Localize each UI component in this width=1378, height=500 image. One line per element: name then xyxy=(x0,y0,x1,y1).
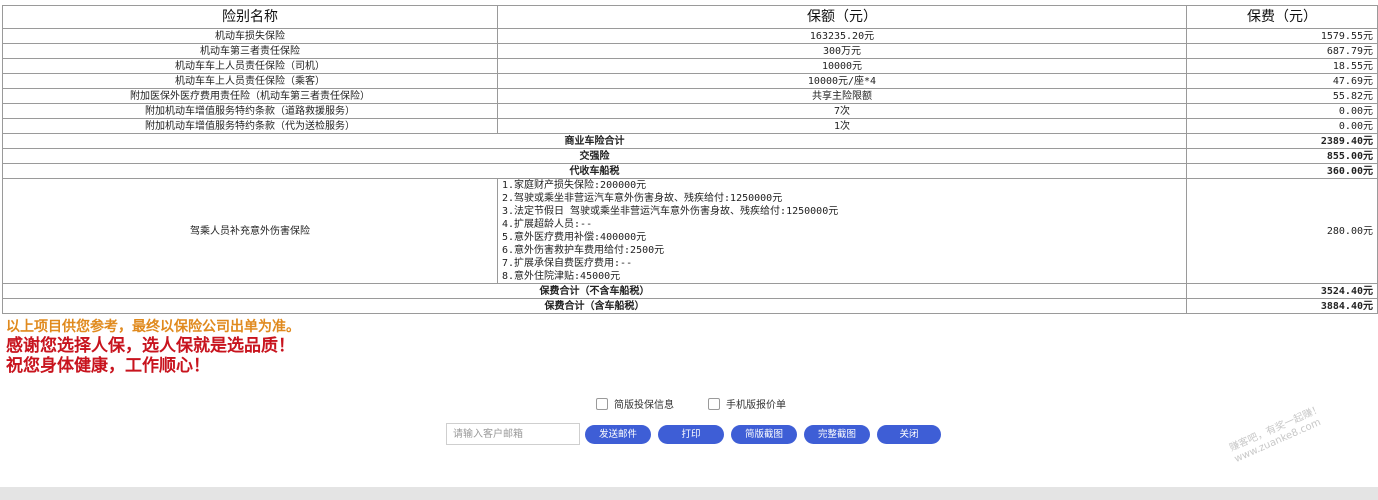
mobile-quote-label: 手机版报价单 xyxy=(726,400,786,411)
total-row-incl-tax: 保费合计（含车船税） 3884.40元 xyxy=(2,298,1378,314)
notes-block: 以上项目供您参考，最终以保险公司出单为准。 感谢您选择人保，选人保就是选品质！ … xyxy=(6,318,300,376)
subtotal-row-compulsory: 交强险 855.00元 xyxy=(2,148,1378,164)
detail-line: 5.意外医疗费用补偿:400000元 xyxy=(502,232,647,243)
full-screenshot-button[interactable]: 完整截图 xyxy=(804,425,870,444)
accident-insurance-row: 驾乘人员补充意外伤害保险 1.家庭财产损失保险:200000元 2.驾驶或乘坐非… xyxy=(2,178,1378,284)
table-row: 附加机动车增值服务特约条款（道路救援服务） 7次 0.00元 xyxy=(2,103,1378,119)
coverage-name: 机动车损失保险 xyxy=(2,28,498,44)
insured-amount: 1次 xyxy=(497,118,1187,134)
bottom-bar xyxy=(0,487,1378,500)
premium: 687.79元 xyxy=(1186,43,1378,59)
close-button[interactable]: 关闭 xyxy=(877,425,941,444)
subtotal-label: 代收车船税 xyxy=(2,163,1187,179)
subtotal-premium: 360.00元 xyxy=(1186,163,1378,179)
simple-info-checkbox[interactable]: 简版投保信息 xyxy=(596,396,674,411)
detail-line: 6.意外伤害救护车费用给付:2500元 xyxy=(502,245,665,256)
subtotal-premium: 855.00元 xyxy=(1186,148,1378,164)
subtotal-label: 交强险 xyxy=(2,148,1187,164)
premium: 1579.55元 xyxy=(1186,28,1378,44)
detail-line: 2.驾驶或乘坐非营运汽车意外伤害身故、残疾给付:1250000元 xyxy=(502,193,783,204)
mobile-quote-checkbox[interactable]: 手机版报价单 xyxy=(708,396,786,411)
insured-amount: 7次 xyxy=(497,103,1187,119)
send-email-button[interactable]: 发送邮件 xyxy=(585,425,651,444)
total-row-excl-tax: 保费合计（不含车船税） 3524.40元 xyxy=(2,283,1378,299)
table-row: 机动车第三者责任保险 300万元 687.79元 xyxy=(2,43,1378,59)
accident-insurance-premium: 280.00元 xyxy=(1186,178,1378,284)
subtotal-row-commercial: 商业车险合计 2389.40元 xyxy=(2,133,1378,149)
subtotal-row-vehicle-tax: 代收车船税 360.00元 xyxy=(2,163,1378,179)
customer-email-input[interactable] xyxy=(446,423,580,445)
premium: 18.55元 xyxy=(1186,58,1378,74)
checkbox-box-icon[interactable] xyxy=(708,397,720,410)
table-row: 机动车损失保险 163235.20元 1579.55元 xyxy=(2,28,1378,44)
header-premium: 保费（元） xyxy=(1186,5,1378,29)
total-premium: 3524.40元 xyxy=(1186,283,1378,299)
table-header-row: 险别名称 保额（元） 保费（元） xyxy=(2,5,1378,29)
premium: 0.00元 xyxy=(1186,118,1378,134)
print-button[interactable]: 打印 xyxy=(658,425,724,444)
total-label: 保费合计（不含车船税） xyxy=(2,283,1187,299)
site-watermark: 赚客吧，有奖一起赚！ www.zuanke8.com xyxy=(1228,403,1329,466)
accident-insurance-details: 1.家庭财产损失保险:200000元 2.驾驶或乘坐非营运汽车意外伤害身故、残疾… xyxy=(497,178,1187,284)
coverage-name: 附加医保外医疗费用责任险（机动车第三者责任保险） xyxy=(2,88,498,104)
accident-insurance-name: 驾乘人员补充意外伤害保险 xyxy=(2,178,498,284)
insured-amount: 300万元 xyxy=(497,43,1187,59)
simple-info-label: 简版投保信息 xyxy=(614,400,674,411)
detail-line: 1.家庭财产损失保险:200000元 xyxy=(502,180,647,191)
insured-amount: 163235.20元 xyxy=(497,28,1187,44)
header-insured-amount: 保额（元） xyxy=(497,5,1187,29)
table-row: 机动车车上人员责任保险（司机） 10000元 18.55元 xyxy=(2,58,1378,74)
table-row: 附加机动车增值服务特约条款（代为送检服务） 1次 0.00元 xyxy=(2,118,1378,134)
coverage-name: 机动车车上人员责任保险（司机） xyxy=(2,58,498,74)
insured-amount: 10000元 xyxy=(497,58,1187,74)
premium: 47.69元 xyxy=(1186,73,1378,89)
detail-line: 8.意外住院津贴:45000元 xyxy=(502,271,621,282)
thanks-note: 感谢您选择人保，选人保就是选品质！ xyxy=(6,336,295,356)
subtotal-premium: 2389.40元 xyxy=(1186,133,1378,149)
premium: 55.82元 xyxy=(1186,88,1378,104)
coverage-name: 机动车车上人员责任保险（乘客） xyxy=(2,73,498,89)
coverage-name: 附加机动车增值服务特约条款（代为送检服务） xyxy=(2,118,498,134)
coverage-name: 附加机动车增值服务特约条款（道路救援服务） xyxy=(2,103,498,119)
total-label: 保费合计（含车船税） xyxy=(2,298,1187,314)
premium: 0.00元 xyxy=(1186,103,1378,119)
quote-table: 险别名称 保额（元） 保费（元） 机动车损失保险 163235.20元 1579… xyxy=(2,5,1378,314)
table-row: 附加医保外医疗费用责任险（机动车第三者责任保险） 共享主险限额 55.82元 xyxy=(2,88,1378,104)
disclaimer-note: 以上项目供您参考，最终以保险公司出单为准。 xyxy=(6,319,300,335)
wishes-note: 祝您身体健康，工作顺心！ xyxy=(6,356,210,376)
coverage-name: 机动车第三者责任保险 xyxy=(2,43,498,59)
total-premium: 3884.40元 xyxy=(1186,298,1378,314)
subtotal-label: 商业车险合计 xyxy=(2,133,1187,149)
header-coverage-name: 险别名称 xyxy=(2,5,498,29)
checkbox-box-icon[interactable] xyxy=(596,397,608,410)
insured-amount: 10000元/座*4 xyxy=(497,73,1187,89)
insured-amount: 共享主险限额 xyxy=(497,88,1187,104)
detail-line: 4.扩展超龄人员:-- xyxy=(502,219,593,230)
simple-screenshot-button[interactable]: 简版截图 xyxy=(731,425,797,444)
detail-line: 3.法定节假日 驾驶或乘坐非营运汽车意外伤害身故、残疾给付:1250000元 xyxy=(502,206,839,217)
detail-line: 7.扩展承保自费医疗费用:-- xyxy=(502,258,633,269)
table-row: 机动车车上人员责任保险（乘客） 10000元/座*4 47.69元 xyxy=(2,73,1378,89)
